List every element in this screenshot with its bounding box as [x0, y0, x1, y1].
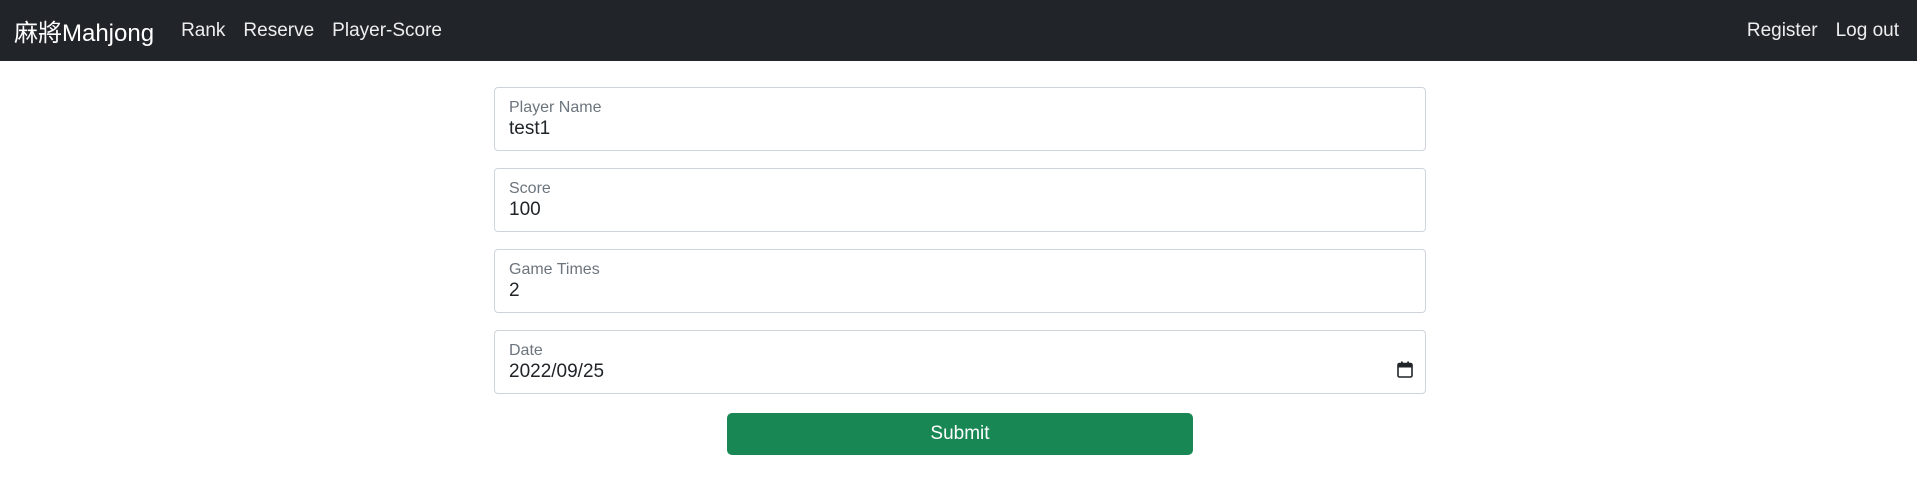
nav-link-register[interactable]: Register — [1747, 20, 1818, 42]
nav-link-reserve[interactable]: Reserve — [243, 20, 314, 42]
nav-left-group: 麻將Mahjong Rank Reserve Player-Score — [14, 13, 460, 48]
score-value[interactable]: 100 — [509, 199, 541, 221]
game-times-label: Game Times — [509, 261, 600, 278]
date-label: Date — [509, 342, 543, 359]
player-name-value[interactable]: test1 — [509, 118, 550, 140]
player-name-field[interactable]: Player Name test1 — [494, 87, 1426, 151]
game-times-value[interactable]: 2 — [509, 280, 520, 302]
nav-link-rank[interactable]: Rank — [181, 20, 225, 42]
nav-link-logout[interactable]: Log out — [1836, 20, 1899, 42]
player-score-form: Player Name test1 Score 100 Game Times 2… — [494, 87, 1426, 455]
score-field[interactable]: Score 100 — [494, 168, 1426, 232]
nav-right-group: Register Log out — [1747, 20, 1903, 42]
top-navbar: 麻將Mahjong Rank Reserve Player-Score Regi… — [0, 0, 1917, 61]
calendar-icon[interactable] — [1397, 361, 1413, 378]
player-name-label: Player Name — [509, 99, 602, 116]
submit-button[interactable]: Submit — [727, 413, 1193, 455]
date-value[interactable]: 2022/09/25 — [509, 361, 604, 383]
brand-logo-link[interactable]: 麻將Mahjong — [14, 13, 154, 48]
date-field[interactable]: Date 2022/09/25 — [494, 330, 1426, 394]
nav-link-player-score[interactable]: Player-Score — [332, 20, 442, 42]
score-label: Score — [509, 180, 551, 197]
game-times-field[interactable]: Game Times 2 — [494, 249, 1426, 313]
